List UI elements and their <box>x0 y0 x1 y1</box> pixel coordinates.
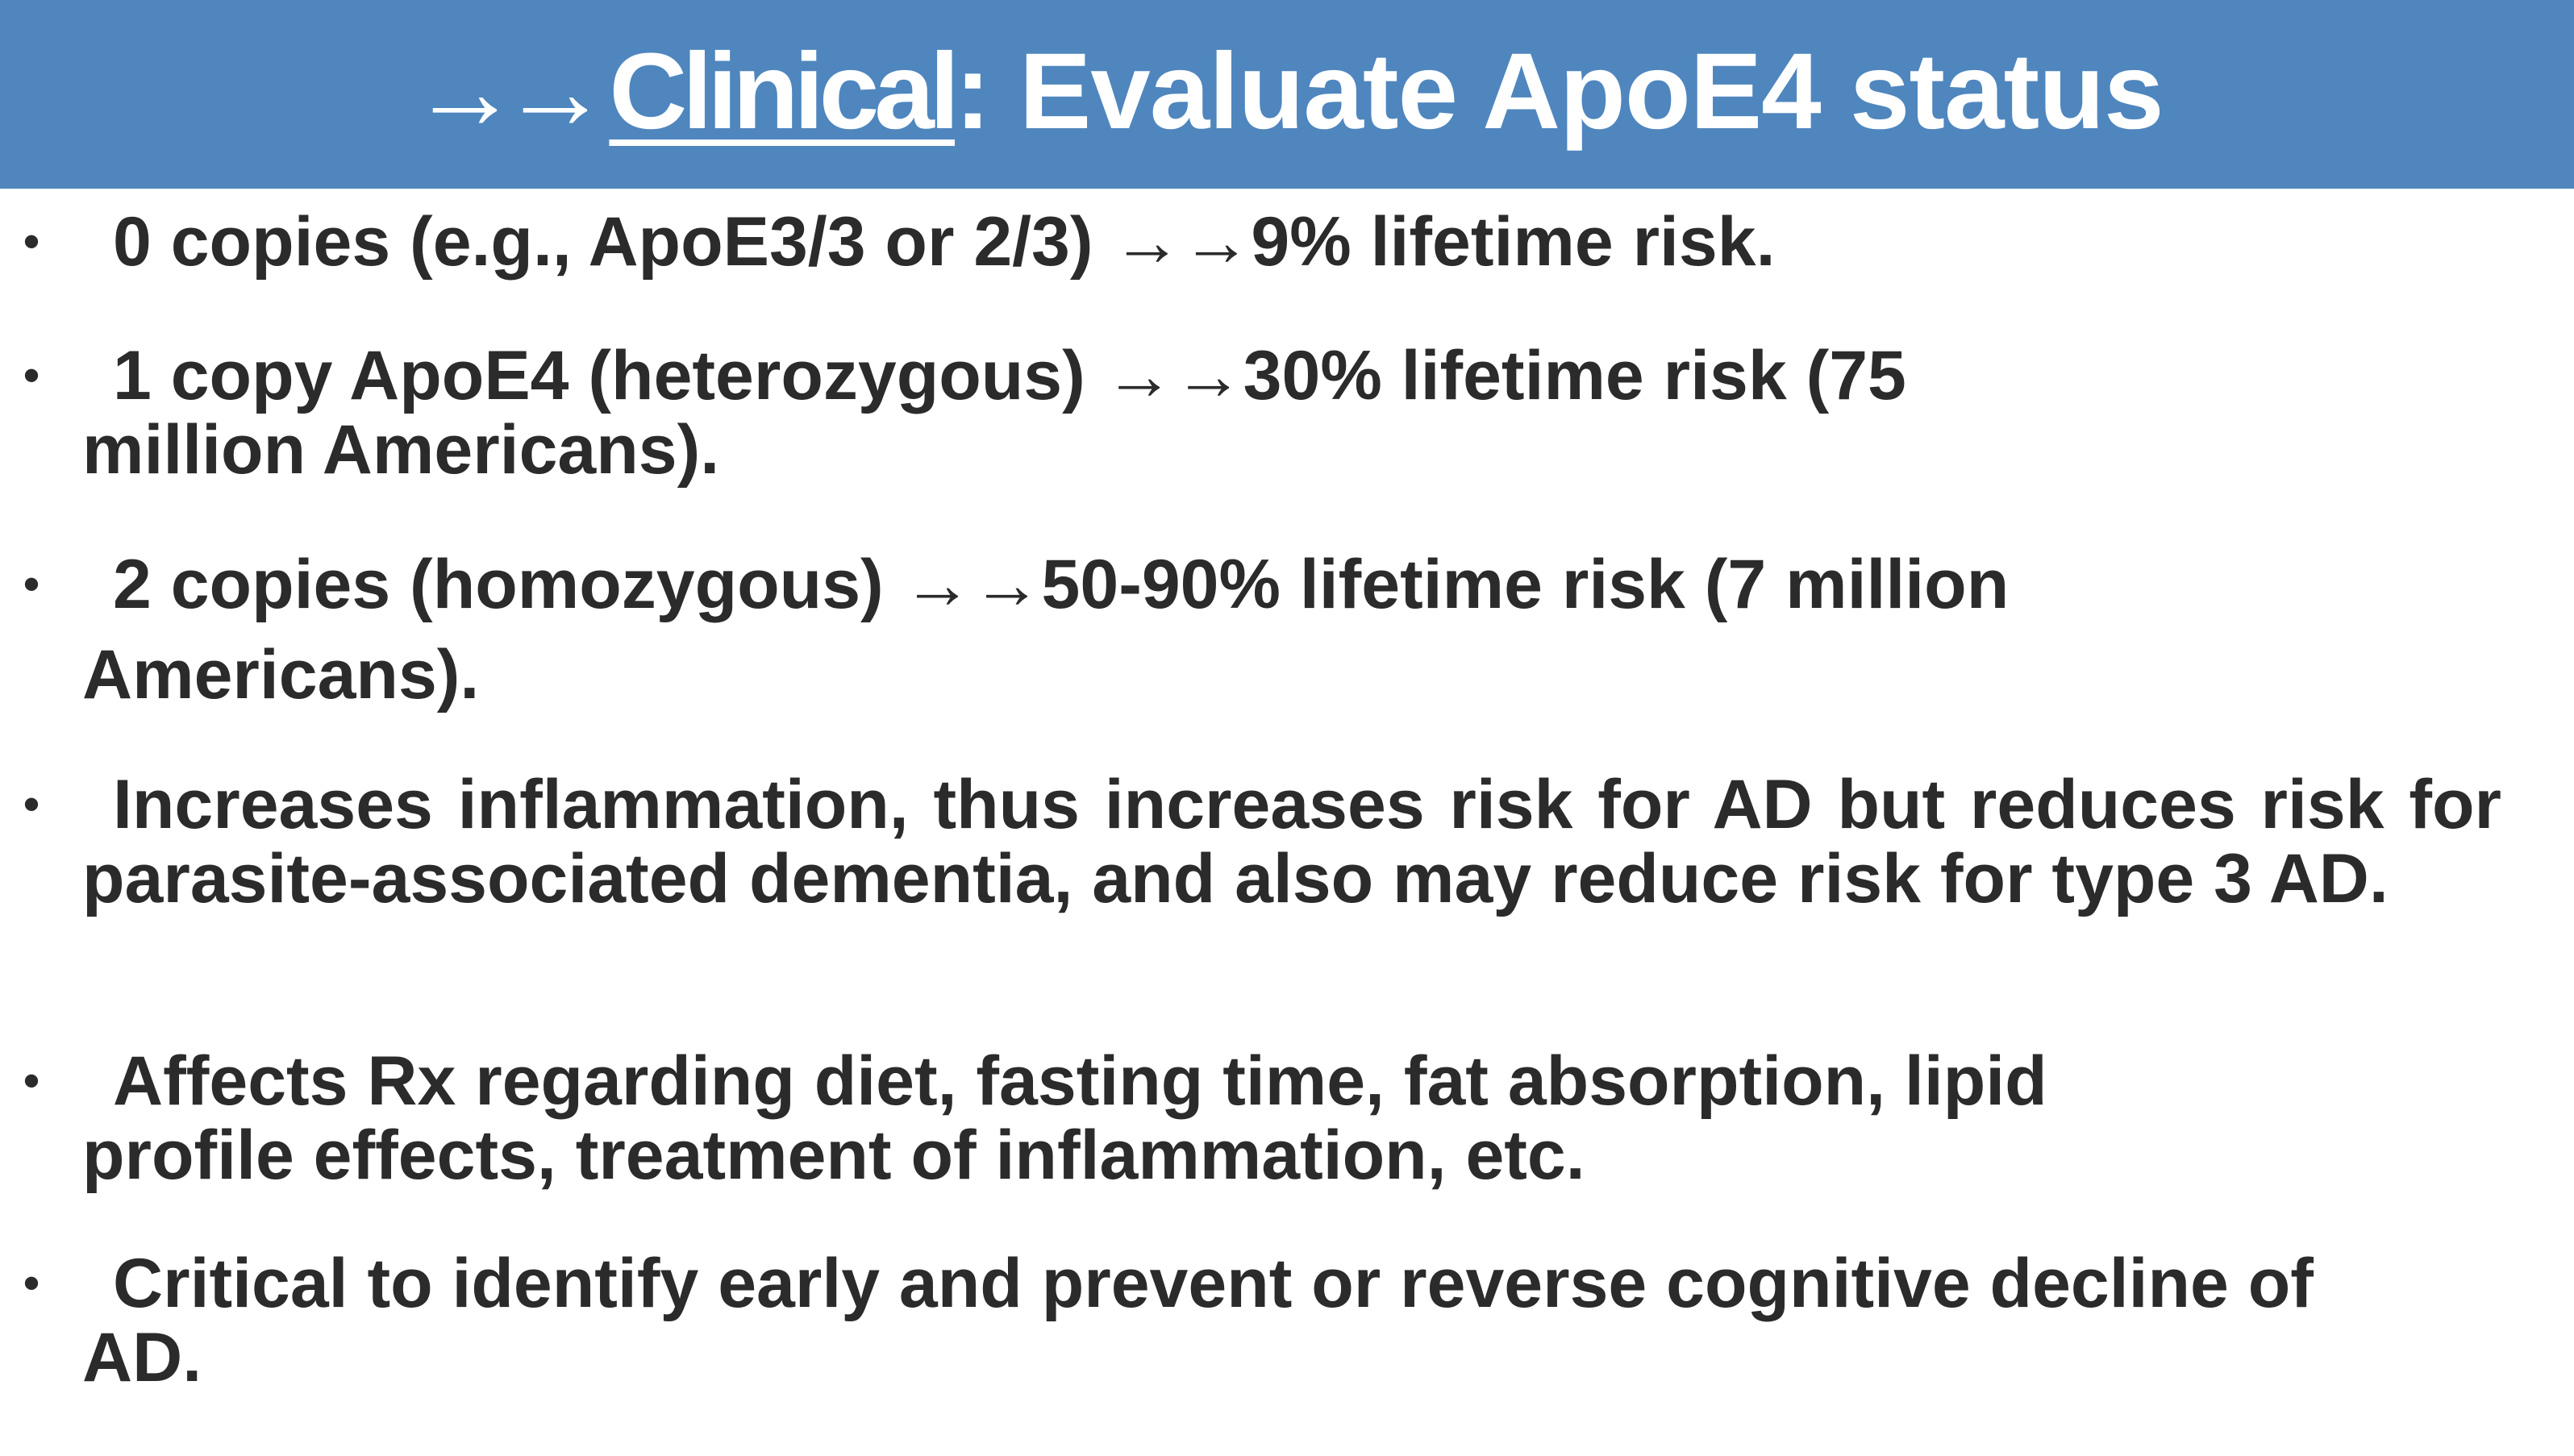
bullet-marker-icon: • <box>23 557 40 611</box>
title-emphasis: Clinical <box>609 31 960 152</box>
bullet-marker-icon: • <box>23 1256 40 1310</box>
bullet-text: 0 copies (e.g., ApoE3/3 or 2/3) →→9% lif… <box>113 203 1776 281</box>
bullet-marker-icon: • <box>23 1054 40 1108</box>
bullet-text: Critical to identify early and prevent o… <box>82 1245 2314 1396</box>
title-arrows-icon: →→ <box>410 31 609 152</box>
bullet-text: Increases inflammation, thus increases r… <box>82 766 2501 917</box>
bullet-marker-icon: • <box>23 777 40 831</box>
bullet-text: 1 copy ApoE4 (heterozygous) →→30% lifeti… <box>82 337 1906 489</box>
slide-title: →→ Clinical: Evaluate ApoE4 status <box>410 38 2164 146</box>
bullet-marker-icon: • <box>23 348 40 402</box>
bullet-marker-icon: • <box>23 214 40 268</box>
title-rest: : Evaluate ApoE4 status <box>955 31 2164 152</box>
slide-title-bar: →→ Clinical: Evaluate ApoE4 status <box>0 0 2574 189</box>
bullet-text: 2 copies (homozygous) →→50-90% lifetime … <box>82 546 2010 713</box>
bullet-text: Affects Rx regarding diet, fasting time,… <box>82 1042 2047 1194</box>
